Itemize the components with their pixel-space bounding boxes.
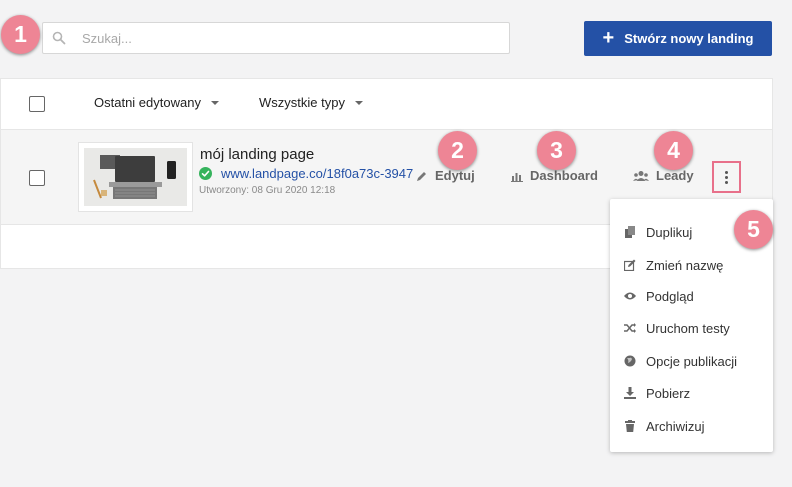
pencil-icon [417, 171, 426, 181]
landing-created-date: Utworzony: 08 Gru 2020 12:18 [199, 185, 336, 196]
more-dot [725, 170, 728, 174]
search-icon [52, 31, 66, 45]
menu-item-label: Zmień nazwę [646, 257, 724, 273]
menu-item-duplicate[interactable]: Duplikuj [624, 221, 692, 243]
menu-item-label: Duplikuj [646, 224, 693, 240]
menu-item-label: Podgląd [646, 288, 694, 304]
edit-label: Edytuj [435, 168, 475, 183]
more-dot [725, 175, 728, 179]
eye-icon [624, 292, 636, 300]
download-icon [624, 387, 636, 399]
annotation-badge-4: 4 [654, 131, 693, 170]
type-filter-label: Wszystkie typy [259, 95, 345, 110]
trash-icon [625, 420, 635, 432]
globe-icon [624, 355, 636, 367]
shuffle-icon [624, 323, 636, 333]
edit-button[interactable]: Edytuj [416, 168, 475, 183]
edit-square-icon [624, 259, 636, 271]
search-input[interactable] [82, 24, 502, 52]
annotation-badge-2: 2 [438, 131, 477, 170]
leads-label: Leady [656, 168, 694, 183]
menu-item-label: Opcje publikacji [646, 353, 738, 369]
annotation-badge-1: 1 [1, 15, 40, 54]
bar-chart-icon [511, 172, 523, 182]
menu-item-rename[interactable]: Zmień nazwę [624, 254, 723, 276]
check-circle-icon [199, 167, 212, 180]
menu-item-label: Pobierz [646, 385, 691, 401]
create-landing-button[interactable]: + Stwórz nowy landing [584, 21, 772, 56]
copy-icon [625, 226, 635, 238]
plus-icon: + [602, 26, 615, 49]
sort-dropdown-label: Ostatni edytowany [94, 95, 201, 110]
annotation-badge-5: 5 [734, 210, 773, 249]
dashboard-button[interactable]: Dashboard [511, 168, 598, 183]
landing-name[interactable]: mój landing page [200, 146, 314, 163]
landing-thumbnail[interactable] [79, 143, 192, 211]
type-filter-dropdown[interactable]: Wszystkie typy [259, 95, 363, 110]
menu-item-label: Archiwizuj [646, 418, 705, 434]
dashboard-label: Dashboard [530, 168, 598, 183]
create-landing-label: Stwórz nowy landing [624, 31, 754, 46]
caret-down-icon [354, 100, 363, 105]
caret-down-icon [210, 100, 219, 105]
sort-dropdown[interactable]: Ostatni edytowany [94, 95, 219, 110]
annotation-badge-3: 3 [537, 131, 576, 170]
menu-item-run-tests[interactable]: Uruchom testy [624, 317, 730, 339]
menu-item-archive[interactable]: Archiwizuj [624, 415, 705, 437]
users-icon [633, 170, 649, 181]
menu-item-publish-options[interactable]: Opcje publikacji [624, 350, 737, 372]
landing-url-link[interactable]: www.landpage.co/18f0a73c-3947 [221, 166, 417, 181]
menu-item-label: Uruchom testy [646, 320, 730, 336]
menu-item-download[interactable]: Pobierz [624, 382, 690, 404]
row-checkbox[interactable] [29, 170, 45, 186]
leads-button[interactable]: Leady [633, 168, 694, 183]
menu-item-preview[interactable]: Podgląd [624, 285, 694, 307]
more-dot [725, 180, 728, 184]
more-options-button[interactable] [712, 161, 741, 193]
select-all-checkbox[interactable] [29, 96, 45, 112]
